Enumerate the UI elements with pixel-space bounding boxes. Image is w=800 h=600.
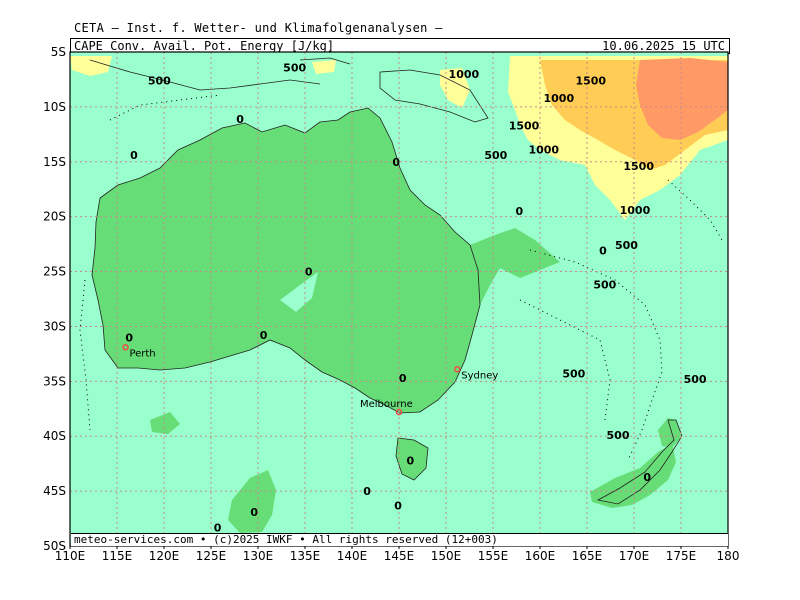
contour-value-label: 500 (283, 61, 306, 74)
contour-value-label: 0 (260, 329, 268, 342)
contour-value-label: 0 (236, 113, 244, 126)
lat-tick-label: 20S (43, 210, 66, 224)
lat-tick-label: 40S (43, 429, 66, 443)
contour-value-label: 500 (562, 368, 585, 381)
contour-value-label: 0 (394, 499, 402, 512)
contour-value-label: 1000 (528, 144, 559, 157)
contour-value-label: 0 (643, 471, 651, 484)
lon-tick-label: 160E (525, 549, 556, 563)
lon-tick-label: 180 (717, 549, 740, 563)
lat-tick-label: 5S (51, 45, 66, 59)
lon-tick-label: 135E (290, 549, 321, 563)
longitude-labels: 110E 115E 120E 125E 130E 135E 140E 145E 150E 155E… (55, 546, 740, 563)
contour-value-label: 0 (515, 205, 523, 218)
contour-value-label: 0 (305, 266, 313, 279)
contour-value-label: 1500 (623, 160, 654, 173)
contour-value-label: 0 (125, 331, 133, 344)
contour-value-label: 500 (484, 149, 507, 162)
lat-tick-label: 30S (43, 319, 66, 333)
contour-value-label: 0 (250, 506, 258, 519)
contour-value-label: 1000 (620, 204, 651, 217)
lon-tick-label: 130E (243, 549, 274, 563)
contour-value-label: 1000 (449, 68, 480, 81)
lon-tick-label: 170E (619, 549, 650, 563)
lon-tick-label: 155E (478, 549, 509, 563)
lat-tick-label: 45S (43, 484, 66, 498)
lat-tick-label: 50S (43, 539, 66, 553)
latitude-labels: 5S 10S 15S 20S 25S 30S 35S 40S 45S 50S (43, 45, 66, 553)
lat-tick-label: 25S (43, 265, 66, 279)
cape-map: 110E 115E 120E 125E 130E 135E 140E 145E 150E 155E… (43, 45, 740, 563)
lon-tick-label: 120E (149, 549, 180, 563)
footer-credit-bar: meteo-services.com • (c)2025 IWKF • All … (71, 533, 728, 546)
contour-value-label: 500 (615, 239, 638, 252)
contour-value-label: 500 (593, 279, 616, 292)
lon-tick-label: 140E (337, 549, 368, 563)
contour-value-label: 0 (392, 156, 400, 169)
cape-500-region-north (312, 60, 336, 74)
city-name-label: Perth (129, 348, 155, 359)
lon-tick-label: 165E (572, 549, 603, 563)
footer-credit: meteo-services.com • (c)2025 IWKF • All … (74, 533, 498, 546)
contour-value-label: 0 (130, 149, 138, 162)
city-name-label: Sydney (461, 370, 498, 381)
lon-tick-label: 115E (102, 549, 133, 563)
lat-tick-label: 35S (43, 374, 66, 388)
contour-value-label: 500 (148, 75, 171, 88)
contour-value-label: 0 (406, 454, 414, 467)
contour-value-label: 500 (684, 373, 707, 386)
contour-value-label: 0 (363, 485, 371, 498)
contour-value-label: 1500 (509, 120, 540, 133)
city-name-label: Melbourne (360, 399, 413, 410)
lon-tick-label: 175E (666, 549, 697, 563)
contour-value-label: 0 (599, 245, 607, 258)
contour-value-label: 0 (399, 372, 407, 385)
contour-value-label: 1000 (543, 92, 574, 105)
lat-tick-label: 15S (43, 155, 66, 169)
contour-value-label: 1500 (575, 75, 606, 88)
lon-tick-label: 125E (196, 549, 227, 563)
contour-value-label: 500 (607, 429, 630, 442)
lon-tick-label: 145E (384, 549, 415, 563)
lat-tick-label: 10S (43, 100, 66, 114)
lon-tick-label: 150E (431, 549, 462, 563)
